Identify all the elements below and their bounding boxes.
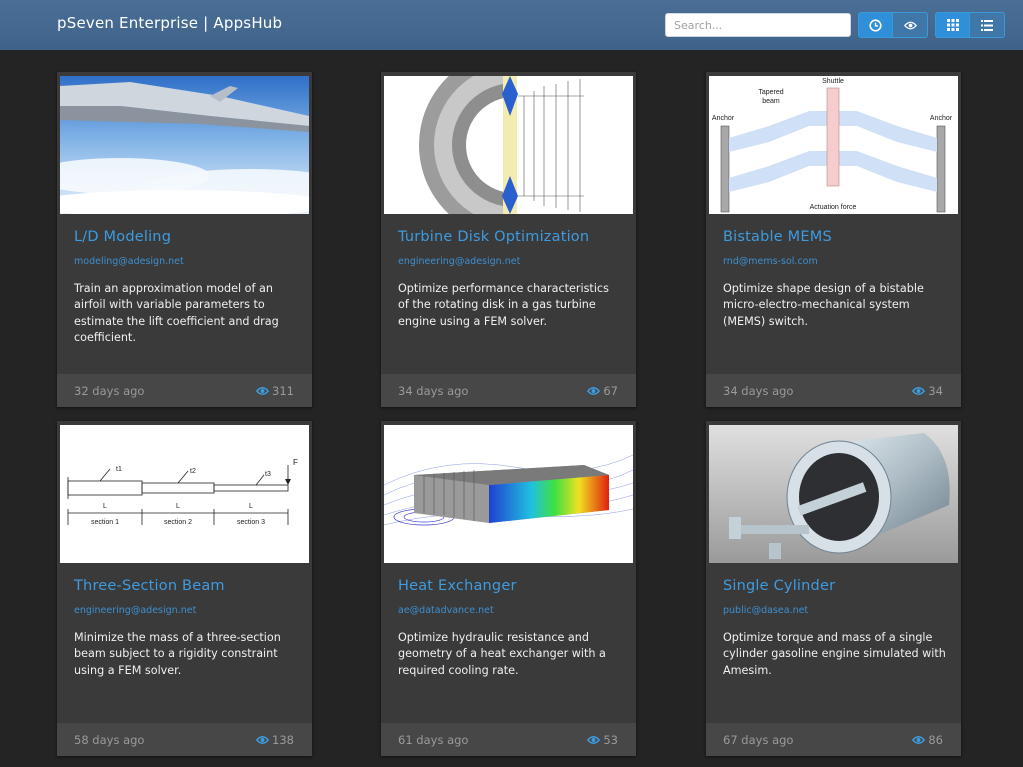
app-title[interactable]: Heat Exchanger [398,578,517,594]
beam-label-l2: L [176,503,180,510]
app-card[interactable]: L/D Modeling modeling@adesign.net Train … [57,72,312,407]
app-views: 67 [587,384,618,398]
app-age: 58 days ago [74,733,145,747]
beam-label-t3: t3 [265,471,271,478]
turbine-disk-image [384,76,633,214]
app-thumbnail[interactable]: t1 t2 t3 F L L L section 1 section 2 sec… [60,425,309,563]
app-description: Optimize performance characteristics of … [398,282,609,328]
app-author-email[interactable]: modeling@adesign.net [74,256,184,267]
eye-icon [912,387,926,395]
grid-view-button[interactable] [935,12,970,38]
app-author-email[interactable]: ae@datadvance.net [398,605,494,616]
app-brand-title[interactable]: pSeven Enterprise | AppsHub [57,14,282,32]
heat-exchanger-image [384,425,633,563]
views-count: 34 [928,384,943,398]
sort-recent-button[interactable] [858,12,893,38]
app-age: 32 days ago [74,384,145,398]
sort-popular-button[interactable] [893,12,928,38]
beam-label-f: F [293,458,298,467]
list-view-button[interactable] [970,12,1005,38]
card-footer: 34 days ago 34 [706,374,961,407]
eye-icon [256,736,270,744]
app-card[interactable]: t1 t2 t3 F L L L section 1 section 2 sec… [57,421,312,756]
app-author-email[interactable]: rnd@mems-sol.com [723,256,818,267]
app-title[interactable]: Single Cylinder [723,578,835,594]
views-count: 67 [603,384,618,398]
app-description: Optimize shape design of a bistable micr… [723,282,924,328]
beam-label-section-2: section 2 [164,519,192,526]
app-views: 53 [587,733,618,747]
app-thumbnail[interactable] [384,76,633,214]
app-thumbnail[interactable] [60,76,309,214]
top-navbar: pSeven Enterprise | AppsHub [0,0,1023,50]
sort-button-group [858,12,928,38]
mems-label-force: Actuation force [810,204,857,211]
app-age: 34 days ago [398,384,469,398]
app-card[interactable]: Single Cylinder public@dasea.net Optimiz… [706,421,961,756]
eye-icon [912,736,926,744]
cylinder-model-image [709,425,958,563]
app-description: Optimize torque and mass of a single cyl… [723,631,946,677]
views-count: 138 [272,733,294,747]
views-count: 311 [272,384,294,398]
mems-label-beam: beam [762,98,780,105]
search-input[interactable] [665,13,851,37]
views-count: 53 [603,733,618,747]
eye-icon [587,387,601,395]
app-age: 61 days ago [398,733,469,747]
app-views: 86 [912,733,943,747]
view-button-group [935,12,1005,38]
beam-label-l3: L [249,503,253,510]
app-description: Minimize the mass of a three-section bea… [74,631,281,677]
mems-label-anchor-right: Anchor [930,115,953,122]
mems-label-tapered: Tapered [758,89,783,96]
app-description: Train an approximation model of an airfo… [74,282,279,344]
app-age: 34 days ago [723,384,794,398]
eye-icon [256,387,270,395]
beam-label-t1: t1 [116,466,122,473]
card-footer: 61 days ago 53 [381,723,636,756]
list-icon [981,19,993,31]
app-thumbnail[interactable] [384,425,633,563]
grid-icon [946,19,959,31]
beam-label-section-3: section 3 [237,519,265,526]
app-views: 34 [912,384,943,398]
app-author-email[interactable]: engineering@adesign.net [74,605,196,616]
app-card[interactable]: Shuttle Tapered beam Anchor Anchor Actua… [706,72,961,407]
app-views: 311 [256,384,294,398]
eye-icon [903,21,917,29]
app-card[interactable]: Heat Exchanger ae@datadvance.net Optimiz… [381,421,636,756]
mems-label-shuttle: Shuttle [822,78,844,85]
app-age: 67 days ago [723,733,794,747]
app-author-email[interactable]: engineering@adesign.net [398,256,520,267]
card-footer: 32 days ago 311 [57,374,312,407]
mems-label-anchor-left: Anchor [712,115,735,122]
app-title[interactable]: Three-Section Beam [74,578,225,594]
card-footer: 58 days ago 138 [57,723,312,756]
beam-label-section-1: section 1 [91,519,119,526]
app-author-email[interactable]: public@dasea.net [723,605,808,616]
beam-label-t2: t2 [190,468,196,475]
mems-diagram-image: Shuttle Tapered beam Anchor Anchor Actua… [709,76,958,214]
app-title[interactable]: L/D Modeling [74,229,171,245]
app-card[interactable]: Turbine Disk Optimization engineering@ad… [381,72,636,407]
app-description: Optimize hydraulic resistance and geomet… [398,631,606,677]
views-count: 86 [928,733,943,747]
app-views: 138 [256,733,294,747]
app-thumbnail[interactable]: Shuttle Tapered beam Anchor Anchor Actua… [709,76,958,214]
clock-icon [869,18,882,32]
beam-label-l1: L [103,503,107,510]
beam-diagram-image: t1 t2 t3 F L L L section 1 section 2 sec… [60,425,309,563]
app-title[interactable]: Bistable MEMS [723,229,832,245]
card-footer: 34 days ago 67 [381,374,636,407]
app-thumbnail[interactable] [709,425,958,563]
eye-icon [587,736,601,744]
card-footer: 67 days ago 86 [706,723,961,756]
app-title[interactable]: Turbine Disk Optimization [398,229,589,245]
airplane-wing-image [60,76,309,214]
